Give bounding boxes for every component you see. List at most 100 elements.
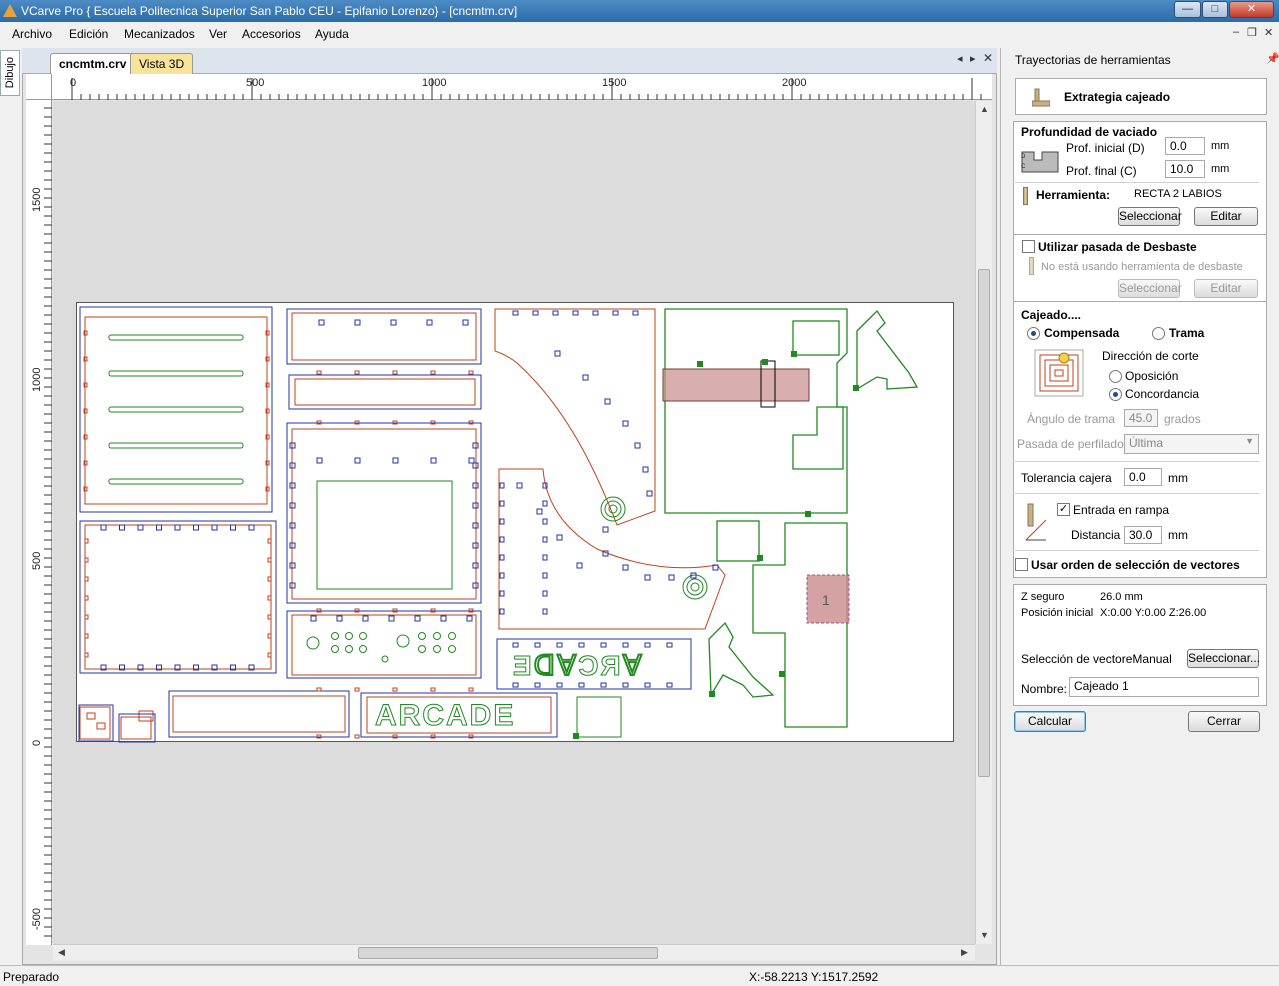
tab-marker bbox=[84, 595, 89, 601]
tab-marker bbox=[622, 682, 629, 688]
scroll-left-icon[interactable]: ◀ bbox=[58, 947, 65, 958]
tab-marker bbox=[84, 614, 89, 620]
toolpath-name-input[interactable]: Cajeado 1 bbox=[1069, 677, 1259, 697]
tab-marker bbox=[642, 466, 649, 473]
toolpath-box bbox=[792, 320, 840, 356]
profile-pass-value: Última bbox=[1129, 436, 1164, 450]
vector-selection-label: Selección de vectoreManual bbox=[1021, 652, 1172, 666]
vector-order-checkbox[interactable] bbox=[1015, 558, 1028, 571]
ramp-distance-input[interactable]: 30.0 bbox=[1124, 526, 1162, 544]
menu-edicion[interactable]: Edición bbox=[69, 27, 108, 41]
close-panel-button[interactable]: Cerrar bbox=[1188, 711, 1260, 732]
menu-archivo[interactable]: Archivo bbox=[12, 27, 52, 41]
tab-marker bbox=[499, 500, 505, 507]
arcade-mirror-text: ƎᗡⱯƆЯⱯ bbox=[513, 650, 644, 681]
profile-pass-select[interactable]: Última ▼ bbox=[1124, 434, 1259, 454]
toolpath-small-square bbox=[716, 520, 760, 562]
tab-marker bbox=[468, 457, 475, 464]
tab-marker bbox=[430, 457, 437, 464]
scroll-up-icon[interactable]: ▲ bbox=[980, 104, 989, 114]
mdi-restore-icon[interactable]: ❐ bbox=[1247, 26, 1257, 39]
tab-marker bbox=[310, 615, 317, 622]
tab-marker bbox=[582, 374, 589, 381]
ruler-h-label: 1500 bbox=[602, 77, 627, 89]
calculate-button[interactable]: Calcular bbox=[1014, 711, 1086, 732]
tab-marker bbox=[499, 482, 505, 489]
material-sheet[interactable]: ARCADE ƎᗡⱯƆЯⱯ 1 bbox=[76, 302, 955, 743]
screen-cutout bbox=[316, 480, 453, 590]
tab-marker bbox=[556, 534, 563, 541]
tab-marker bbox=[542, 608, 548, 615]
tab-marker bbox=[119, 524, 125, 531]
svg-text:D: D bbox=[1021, 154, 1026, 160]
horizontal-scroll-thumb[interactable] bbox=[358, 947, 658, 959]
menu-accesorios[interactable]: Accesorios bbox=[242, 27, 301, 41]
tab-marker bbox=[534, 682, 541, 688]
roughing-info: No está usando herramienta de desbaste bbox=[1041, 261, 1243, 273]
vertical-scroll-thumb[interactable] bbox=[978, 269, 990, 777]
panel-dots-inner bbox=[84, 524, 272, 670]
tab-marker bbox=[336, 615, 343, 622]
close-button[interactable]: ✕ bbox=[1229, 1, 1274, 18]
ramp-checkbox[interactable]: ✓ bbox=[1057, 503, 1070, 516]
climb-radio[interactable] bbox=[1109, 370, 1122, 383]
offset-label: Compensada bbox=[1044, 326, 1120, 340]
strip-bottom-outline bbox=[168, 690, 350, 738]
ruler-v-label: 500 bbox=[31, 551, 43, 570]
strip-bottom-inner bbox=[172, 695, 346, 733]
tab-marker bbox=[84, 576, 89, 582]
tab-marker bbox=[634, 442, 641, 449]
conventional-label: Concordancia bbox=[1125, 387, 1200, 401]
separator bbox=[1015, 550, 1259, 551]
mdi-minimize-icon[interactable]: ‒ bbox=[1233, 26, 1239, 38]
mdi-close-icon[interactable]: ✕ bbox=[1264, 26, 1273, 39]
select-tool-button[interactable]: Seleccionar bbox=[1118, 207, 1182, 226]
select-vectors-button[interactable]: Seleccionar... bbox=[1187, 649, 1260, 668]
minimize-button[interactable]: — bbox=[1174, 1, 1201, 18]
tab-marker bbox=[612, 310, 619, 316]
tab-marker bbox=[354, 319, 361, 326]
raster-radio[interactable] bbox=[1152, 327, 1165, 340]
ruler-h-label: 0 bbox=[70, 77, 77, 89]
scroll-down-icon[interactable]: ▼ bbox=[980, 930, 989, 940]
offset-radio[interactable] bbox=[1027, 327, 1040, 340]
tab-close-icon[interactable]: ✕ bbox=[983, 51, 993, 65]
start-depth-input[interactable]: 0.0 bbox=[1165, 137, 1205, 155]
tab-marker bbox=[554, 350, 561, 357]
horizontal-scrollbar[interactable]: ◀ ▶ bbox=[53, 944, 975, 961]
scroll-right-icon[interactable]: ▶ bbox=[961, 947, 968, 958]
vertical-scrollbar[interactable]: ▲ ▼ bbox=[975, 101, 992, 944]
edit-tool-button[interactable]: Editar bbox=[1194, 207, 1258, 226]
tab-marker bbox=[600, 682, 607, 688]
tab-marker bbox=[499, 536, 505, 543]
slat bbox=[108, 478, 244, 485]
tab-next-icon[interactable]: ▸ bbox=[970, 52, 976, 65]
selected-vector-bar bbox=[662, 368, 810, 402]
tab-marker bbox=[84, 633, 89, 639]
raster-angle-input[interactable]: 45.0 bbox=[1124, 409, 1158, 427]
tab-marker bbox=[542, 536, 548, 543]
end-depth-input[interactable]: 10.0 bbox=[1165, 160, 1205, 178]
square-part bbox=[576, 696, 622, 738]
vector-drawing[interactable]: ARCADE ƎᗡⱯƆЯⱯ 1 bbox=[77, 303, 955, 743]
select-rough-tool-button[interactable]: Seleccionar bbox=[1118, 279, 1182, 298]
menu-ayuda[interactable]: Ayuda bbox=[315, 27, 349, 41]
tool-name: RECTA 2 LABIOS bbox=[1134, 188, 1222, 200]
edit-rough-tool-button[interactable]: Editar bbox=[1194, 279, 1258, 298]
drawing-side-tab[interactable]: Dibujo bbox=[0, 50, 20, 96]
tab-document[interactable]: cncmtm.crv bbox=[50, 53, 136, 74]
toolpath-big bbox=[664, 308, 848, 514]
tab-marker bbox=[267, 595, 272, 601]
tab-prev-icon[interactable]: ◂ bbox=[957, 52, 963, 65]
roughing-checkbox[interactable] bbox=[1022, 240, 1035, 253]
maximize-button[interactable]: □ bbox=[1202, 1, 1228, 18]
conventional-radio[interactable] bbox=[1109, 388, 1122, 401]
tolerance-input[interactable]: 0.0 bbox=[1124, 468, 1162, 486]
side-panel-lower bbox=[498, 468, 726, 630]
tab-marker bbox=[440, 615, 447, 622]
vertical-ruler: 1500 1000 500 0 -500 bbox=[26, 100, 52, 945]
menu-ver[interactable]: Ver bbox=[209, 27, 227, 41]
menu-mecanizados[interactable]: Mecanizados bbox=[124, 27, 195, 41]
pin-icon[interactable]: 📌 bbox=[1266, 52, 1279, 65]
tab-3d-view[interactable]: Vista 3D bbox=[130, 53, 194, 74]
